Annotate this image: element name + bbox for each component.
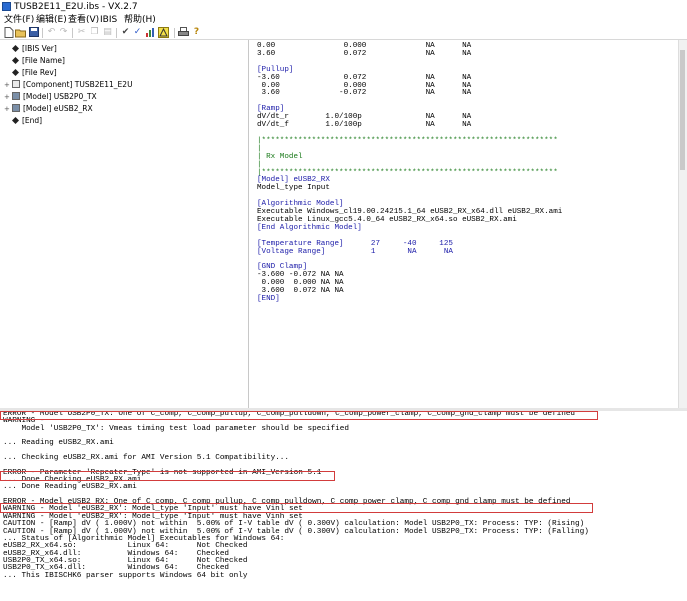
model-icon (12, 92, 20, 100)
save-icon[interactable] (28, 27, 39, 38)
editor-line: 0.00 0.000 NA NA (257, 81, 472, 90)
tree-item-model-usb2p0-tx[interactable]: + [Model] USB2P0_TX (4, 91, 97, 103)
editor-line: Model_type Input (257, 184, 330, 193)
editor-line: | (257, 160, 262, 169)
ibis-tree: [IBIS Ver] [File Name] [File Rev] + [Comp… (0, 40, 249, 410)
editor-line: [Algorithmic Model] (257, 200, 344, 209)
editor-line: -3.600 -0.072 NA NA (257, 271, 344, 280)
chart-icon[interactable] (145, 27, 156, 38)
tree-item-model-eusb2-rx[interactable]: + [Model] eUSB2_RX (4, 103, 93, 115)
editor-line: |***************************************… (257, 168, 558, 177)
ibis-editor[interactable]: 0.00 0.000 NA NA 3.60 0.072 NA NA [Pullu… (249, 40, 687, 410)
diamond-icon (12, 69, 19, 76)
window-title: TUSB2E11_E2U.ibs - VX.2.7 (14, 2, 138, 12)
paste-icon[interactable]: ▤ (102, 27, 113, 38)
error-highlight (0, 471, 335, 481)
editor-line: dV/dt_r 1.0/100p NA NA (257, 113, 472, 122)
help-icon[interactable]: ? (191, 27, 202, 38)
editor-line: 0.00 0.000 NA NA (257, 42, 472, 50)
diamond-icon (12, 45, 19, 52)
editor-line: | Rx Model (257, 152, 303, 161)
editor-line: | (257, 144, 262, 153)
editor-line: [Pullup] (257, 65, 294, 74)
log-line: ... Reading eUSB2_RX.ami (3, 439, 114, 448)
editor-line: Executable Linux_gcc5.4.0_64 eUSB2_RX_x6… (257, 215, 517, 224)
check-icon[interactable]: ✔ (120, 27, 131, 38)
editor-line: Executable Windows_cl19.00.24215.1_64 eU… (257, 208, 563, 217)
editor-line: 3.60 -0.072 NA NA (257, 89, 472, 98)
tree-item-end[interactable]: [End] (4, 115, 42, 127)
editor-line: dV/dt_f 1.0/100p NA NA (257, 121, 472, 130)
expand-icon[interactable]: + (4, 104, 12, 116)
editor-line: 0.000 0.000 NA NA (257, 279, 344, 288)
tree-item-file-rev[interactable]: [File Rev] (4, 67, 57, 79)
copy-icon[interactable]: ❐ (89, 27, 100, 38)
editor-line: 3.60 0.072 NA NA (257, 49, 472, 58)
menu-file[interactable]: 文件(F) (4, 14, 34, 26)
expand-icon[interactable]: + (4, 80, 12, 92)
expand-icon[interactable]: + (4, 92, 12, 104)
error-highlight (0, 503, 593, 513)
editor-line: [Temperature Range] 27 -40 125 (257, 239, 453, 248)
menu-help[interactable]: 帮助(H) (124, 14, 156, 26)
editor-line: 3.600 0.072 NA NA (257, 287, 344, 296)
component-icon (12, 80, 20, 88)
redo-icon[interactable]: ↷ (58, 27, 69, 38)
checkmark-icon[interactable]: ✓ (132, 27, 143, 38)
model-icon (12, 104, 20, 112)
log-line: ... Checking eUSB2_RX.ami for AMI Versio… (3, 454, 290, 463)
diamond-icon (12, 57, 19, 64)
editor-line: [END] (257, 295, 280, 303)
cut-icon[interactable]: ✂ (76, 27, 87, 38)
open-folder-icon[interactable] (15, 27, 26, 38)
diamond-icon (12, 117, 19, 124)
new-file-icon[interactable] (3, 27, 14, 38)
log-text: ERROR - Model USB2P0_TX: One of C_comp, … (3, 411, 589, 580)
tree-item-ibis-ver[interactable]: [IBIS Ver] (4, 43, 57, 55)
undo-icon[interactable]: ↶ (46, 27, 57, 38)
log-line: ... Done Reading eUSB2_RX.ami (3, 483, 137, 492)
output-log: ERROR - Model USB2P0_TX: One of C_comp, … (0, 411, 687, 601)
editor-line: [End Algorithmic Model] (257, 223, 362, 232)
editor-line: [Voltage Range] 1 NA NA (257, 247, 453, 256)
tree-item-file-name[interactable]: [File Name] (4, 55, 65, 67)
tree-item-component[interactable]: + [Component] TUSB2E11_E2U (4, 79, 133, 91)
menu-edit[interactable]: 编辑(E) (36, 14, 67, 26)
menu-ibis[interactable]: IBIS (100, 14, 117, 26)
editor-line: [Model] eUSB2_RX (257, 176, 330, 185)
editor-line: -3.60 0.072 NA NA (257, 73, 472, 82)
title-bar: TUSB2E11_E2U.ibs - VX.2.7 (0, 0, 687, 14)
editor-line: [Ramp] (257, 105, 285, 114)
menu-bar: 文件(F) 编辑(E) 查看(V) IBIS 帮助(H) (0, 14, 687, 26)
error-highlight (0, 411, 598, 420)
log-line: ... This IBISCHK6 parser supports Window… (3, 571, 248, 580)
log-line: Model 'USB2P0_TX': Vmeas timing test loa… (3, 424, 349, 433)
menu-view[interactable]: 查看(V) (68, 14, 99, 26)
editor-scrollbar[interactable] (678, 40, 687, 410)
toolbar: ↶ ↷ ✂ ❐ ▤ ✔ ✓ ? (0, 26, 687, 40)
editor-line: [GND Clamp] (257, 263, 308, 272)
editor-text[interactable]: 0.00 0.000 NA NA 3.60 0.072 NA NA [Pullu… (257, 42, 563, 304)
app-icon (2, 2, 11, 11)
editor-line: |***************************************… (257, 136, 558, 145)
print-icon[interactable] (178, 27, 189, 38)
warning-icon[interactable] (158, 27, 169, 38)
